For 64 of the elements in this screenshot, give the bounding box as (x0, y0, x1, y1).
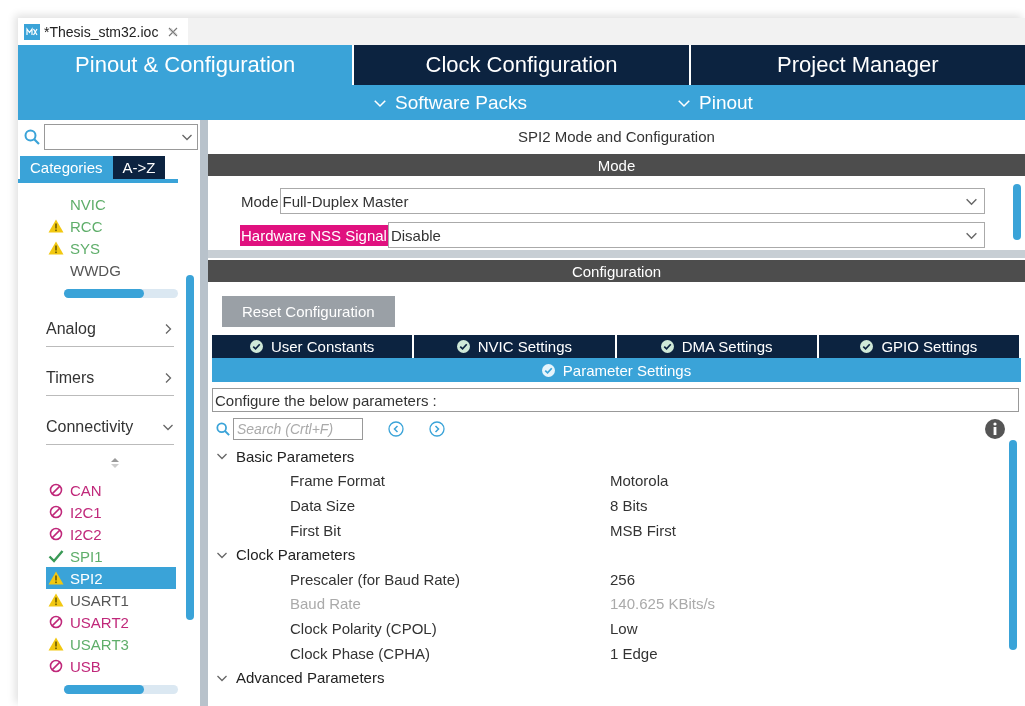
search-icon (24, 129, 40, 145)
parameter-name: First Bit (290, 521, 342, 539)
config-tab[interactable]: DMA Settings (614, 335, 817, 358)
parameter-value: 1 Edge (610, 644, 658, 662)
description-field: Configure the below parameters : (212, 388, 1019, 412)
section-header: Configuration (208, 260, 1025, 282)
config-tab[interactable]: NVIC Settings (412, 335, 615, 358)
peripheral-item[interactable]: CAN (46, 479, 176, 501)
config-tab[interactable]: User Constants (212, 335, 413, 358)
next-icon[interactable] (429, 421, 445, 437)
scrollbar[interactable] (186, 275, 194, 620)
peripheral-item[interactable]: USB (46, 655, 176, 677)
peripheral-item[interactable]: USART1 (46, 589, 176, 611)
sort-icon[interactable] (110, 457, 120, 469)
scrollbar[interactable] (64, 685, 178, 694)
parameter-name: Prescaler (for Baud Rate) (290, 570, 462, 588)
category-header[interactable]: Analog (46, 320, 174, 347)
parameter-group[interactable]: Basic Parameters (216, 444, 1025, 469)
parameter-value: 140.625 KBits/s (610, 595, 716, 613)
search-field[interactable]: Search (Crtl+F) (233, 418, 363, 440)
scrollbar[interactable] (1013, 184, 1021, 240)
dropdown[interactable]: Full-Duplex Master (279, 188, 985, 214)
parameter-value: 256 (610, 570, 636, 588)
file-tab-title: *Thesis_stm32.ioc (44, 23, 159, 40)
config-tab[interactable]: GPIO Settings (816, 335, 1019, 358)
close-icon[interactable] (168, 26, 179, 37)
check-icon (249, 340, 263, 353)
file-tab[interactable]: *Thesis_stm32.ioc (18, 18, 189, 45)
category-tab[interactable]: A->Z (112, 156, 166, 179)
search-combo[interactable] (44, 124, 198, 150)
previous-icon[interactable] (388, 421, 404, 437)
info-icon[interactable] (985, 419, 1005, 439)
check-icon (541, 363, 555, 377)
parameter-group[interactable]: Advanced Parameters (216, 665, 1025, 690)
check-icon (860, 340, 874, 353)
main-tab[interactable]: Project Manager (688, 45, 1025, 85)
app-icon (24, 23, 40, 40)
category-header[interactable]: Connectivity (46, 418, 174, 445)
check-icon (660, 340, 674, 353)
parameter-name: Clock Polarity (CPOL) (290, 619, 438, 637)
panel-title: SPI2 Mode and Configuration (517, 126, 716, 147)
peripheral-item[interactable]: I2C2 (46, 523, 176, 545)
parameter-name: Data Size (290, 497, 357, 514)
parameter-name: Frame Format (290, 472, 386, 490)
peripheral-item[interactable]: WWDG (46, 259, 176, 281)
parameter-name: Clock Phase (CPHA) (290, 644, 432, 662)
parameter-group[interactable]: Clock Parameters (216, 542, 1025, 567)
dropdown[interactable]: Disable (387, 222, 985, 248)
check-icon (456, 340, 470, 353)
category-header[interactable]: Timers (46, 369, 174, 396)
parameter-value: Low (610, 619, 638, 637)
parameter-value: Motorola (610, 472, 669, 490)
parameter-name: Baud Rate (290, 595, 362, 613)
peripheral-item[interactable]: USART2 (46, 611, 176, 633)
scrollbar[interactable] (1009, 440, 1017, 650)
search-icon (216, 422, 230, 436)
section-header: Mode (208, 154, 1025, 176)
field-label: Hardware NSS Signal (240, 224, 388, 246)
parameter-value: 8 Bits (610, 497, 648, 514)
scrollbar[interactable] (64, 289, 178, 298)
main-tab[interactable]: Clock Configuration (352, 45, 689, 85)
parameter-value: MSB First (610, 521, 676, 539)
peripheral-item[interactable]: I2C1 (46, 501, 176, 523)
field-label: Mode (240, 191, 280, 212)
